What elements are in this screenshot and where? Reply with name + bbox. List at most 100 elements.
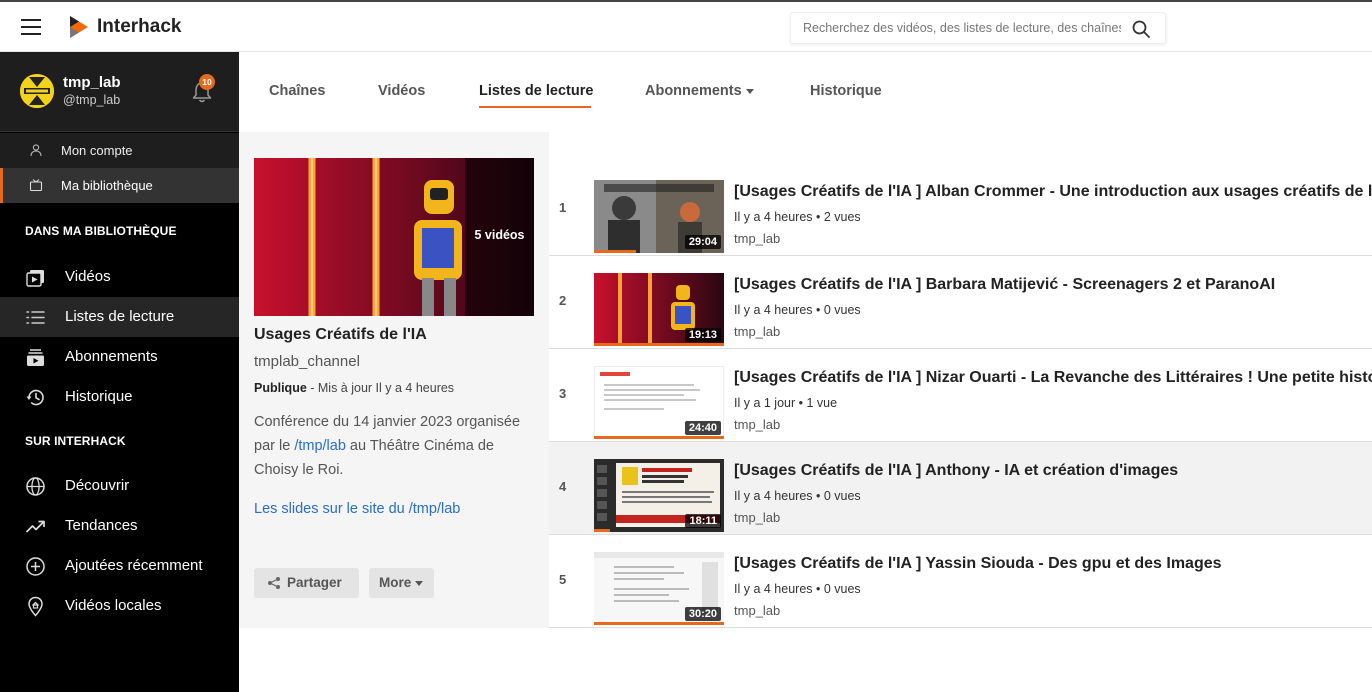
library-icon	[29, 179, 43, 192]
video-channel[interactable]: tmp_lab	[734, 603, 780, 618]
share-button[interactable]: Partager	[254, 568, 359, 598]
video-meta: Il y a 4 heures • 0 vues	[734, 303, 861, 317]
user-name: tmp_lab	[63, 74, 121, 91]
logo-icon[interactable]	[68, 15, 90, 39]
notification-badge[interactable]: 10	[199, 74, 215, 90]
list-icon	[26, 311, 45, 324]
playlist-privacy: Publique	[254, 381, 307, 395]
trending-icon	[25, 520, 45, 533]
share-label: Partager	[287, 575, 342, 590]
playlist-description: Conférence du 14 janvier 2023 organisée …	[254, 410, 539, 482]
video-number: 1	[559, 200, 567, 215]
tab-chaines[interactable]: Chaînes	[269, 83, 325, 99]
video-number: 4	[559, 479, 567, 494]
video-thumbnail[interactable]: 30:20	[594, 552, 724, 625]
user-handle: @tmp_lab	[63, 93, 121, 107]
sidebar-item-label: Vidéos	[65, 268, 111, 285]
watch-progress-bar	[594, 343, 724, 346]
sidebar-item-mon-compte[interactable]: Mon compte	[0, 133, 239, 168]
sidebar-item-videos-locales[interactable]: Vidéos locales	[0, 586, 239, 626]
sidebar-item-listes-de-lecture[interactable]: Listes de lecture	[0, 297, 239, 337]
video-thumbnail[interactable]: 24:40	[594, 366, 724, 439]
video-thumbnail[interactable]: 18:11	[594, 459, 724, 532]
video-icon	[26, 270, 44, 287]
tab-abonnements[interactable]: Abonnements	[645, 83, 754, 99]
sidebar-item-label: Abonnements	[65, 348, 158, 365]
tab-historique[interactable]: Historique	[810, 83, 882, 99]
top-bar: Interhack	[0, 0, 1372, 52]
sidebar-item-label: Mon compte	[61, 143, 133, 158]
video-row[interactable]: 3 24:40 [Usages Créatifs de l'IA ] Nizar…	[549, 349, 1372, 442]
tab-label: Abonnements	[645, 83, 742, 99]
playlist-video-count: 5 vidéos	[474, 228, 525, 242]
section-title-library: DANS MA BIBLIOTHÈQUE	[25, 224, 177, 238]
video-channel[interactable]: tmp_lab	[734, 231, 780, 246]
tmplab-link[interactable]: /tmp/lab	[294, 438, 346, 454]
video-thumbnail[interactable]: 29:04	[594, 180, 724, 253]
search-input[interactable]	[791, 13, 1121, 43]
slides-link[interactable]: Les slides sur le site du /tmp/lab	[254, 501, 460, 517]
more-label: More	[379, 575, 412, 590]
caret-down-icon	[415, 580, 424, 586]
watch-progress-bar	[594, 529, 610, 532]
playlist-meta: Publique - Mis à jour Il y a 4 heures	[254, 381, 454, 395]
location-icon	[28, 596, 43, 617]
search-icon[interactable]	[1131, 19, 1151, 39]
sidebar-item-abonnements[interactable]: Abonnements	[0, 337, 239, 377]
video-meta: Il y a 1 jour • 1 vue	[734, 396, 838, 410]
video-thumbnail[interactable]: 19:13	[594, 273, 724, 346]
playlist-channel[interactable]: tmplab_channel	[254, 353, 360, 370]
video-row[interactable]: 5 30:20 [Usages Créatifs de l'IA ] Yassi…	[549, 535, 1372, 628]
watch-progress-bar	[594, 250, 636, 253]
video-number: 5	[559, 572, 567, 587]
video-channel[interactable]: tmp_lab	[734, 510, 780, 525]
video-meta: Il y a 4 heures • 0 vues	[734, 582, 861, 596]
sidebar-item-historique[interactable]: Historique	[0, 377, 239, 417]
sidebar-item-label: Historique	[65, 388, 133, 405]
plus-circle-icon	[26, 557, 45, 576]
video-number: 2	[559, 293, 567, 308]
video-title[interactable]: [Usages Créatifs de l'IA ] Anthony - IA …	[734, 462, 1372, 480]
video-number: 3	[559, 386, 567, 401]
sidebar-item-label: Ma bibliothèque	[61, 178, 153, 193]
watch-progress-bar	[594, 436, 724, 439]
video-title[interactable]: [Usages Créatifs de l'IA ] Yassin Siouda…	[734, 555, 1372, 573]
sidebar-item-ajoutees-recemment[interactable]: Ajoutées récemment	[0, 546, 239, 586]
more-button[interactable]: More	[369, 568, 434, 598]
sidebar-item-ma-bibliotheque[interactable]: Ma bibliothèque	[0, 168, 239, 203]
globe-icon	[26, 477, 45, 496]
section-title-site: SUR INTERHACK	[25, 434, 126, 448]
video-row[interactable]: 2 19:13 [Usages Créatifs de l'IA ] Barba…	[549, 256, 1372, 349]
playlist-updated: - Mis à jour Il y a 4 heures	[306, 381, 455, 395]
tab-videos[interactable]: Vidéos	[378, 83, 425, 99]
menu-icon[interactable]	[21, 19, 41, 35]
sidebar-item-label: Tendances	[65, 517, 138, 534]
brand-name[interactable]: Interhack	[97, 16, 181, 38]
subscriptions-icon	[27, 349, 44, 366]
video-duration: 24:40	[684, 421, 721, 435]
user-block: tmp_lab @tmp_lab 10	[0, 52, 239, 132]
video-meta: Il y a 4 heures • 0 vues	[734, 489, 861, 503]
sidebar-item-decouvrir[interactable]: Découvrir	[0, 466, 239, 506]
video-title[interactable]: [Usages Créatifs de l'IA ] Nizar Ouarti …	[734, 369, 1372, 387]
video-row[interactable]: 1 29:04 [Usages Créatifs de l'IA ] Alban…	[549, 163, 1372, 256]
video-title[interactable]: [Usages Créatifs de l'IA ] Barbara Matij…	[734, 276, 1372, 294]
watch-progress-bar	[594, 622, 724, 625]
video-meta: Il y a 4 heures • 2 vues	[734, 210, 861, 224]
user-icon	[30, 144, 42, 157]
video-channel[interactable]: tmp_lab	[734, 417, 780, 432]
sidebar-item-label: Découvrir	[65, 477, 130, 494]
video-duration: 18:11	[685, 514, 721, 528]
history-icon	[26, 389, 44, 406]
video-title[interactable]: [Usages Créatifs de l'IA ] Alban Crommer…	[734, 183, 1372, 201]
video-row[interactable]: 4 18:11 [Usages Créatifs de l'IA] Antho…	[549, 442, 1372, 535]
sidebar-item-videos[interactable]: Vidéos	[0, 257, 239, 297]
sidebar: tmp_lab @tmp_lab 10 Mon compte Ma biblio…	[0, 52, 239, 692]
avatar-logo-icon	[20, 74, 54, 108]
avatar[interactable]	[20, 74, 54, 108]
sidebar-item-tendances[interactable]: Tendances	[0, 506, 239, 546]
tab-listes-de-lecture[interactable]: Listes de lecture	[479, 83, 593, 99]
search-box	[790, 12, 1166, 44]
sidebar-item-label: Ajoutées récemment	[65, 557, 203, 574]
video-channel[interactable]: tmp_lab	[734, 324, 780, 339]
